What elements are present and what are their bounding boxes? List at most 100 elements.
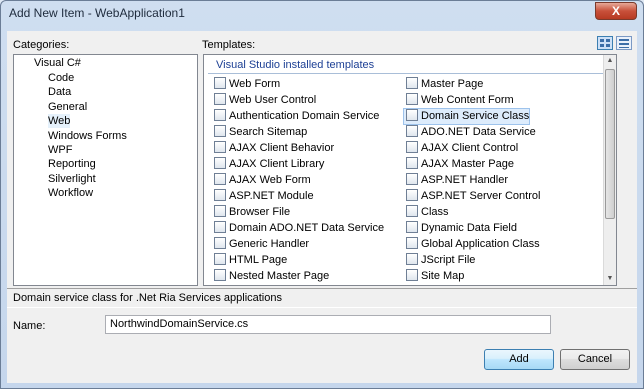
template-file-icon xyxy=(214,285,226,286)
template-file-icon xyxy=(406,237,418,249)
add-new-item-dialog: Add New Item - WebApplication1 X Categor… xyxy=(0,0,644,389)
template-item-label: Dynamic Data Field xyxy=(421,222,517,234)
template-item-label: Site Map xyxy=(421,270,465,282)
templates-group-header: Visual Studio installed templates xyxy=(216,59,375,71)
template-item-label: AJAX Client Behavior xyxy=(229,142,335,154)
template-file-icon xyxy=(406,285,418,286)
template-item[interactable]: Global Application Class xyxy=(404,237,540,252)
template-item[interactable]: Class xyxy=(404,205,449,220)
template-file-icon xyxy=(406,269,418,281)
categories-label: Categories: xyxy=(13,39,70,51)
name-label: Name: xyxy=(13,320,46,332)
category-item-data[interactable]: Data xyxy=(48,85,71,99)
template-item[interactable]: Web User Control xyxy=(212,93,316,108)
template-item[interactable]: AJAX Client Library xyxy=(212,157,324,172)
template-item[interactable]: AJAX Master Page xyxy=(404,157,514,172)
scroll-down-arrow-icon[interactable]: ▼ xyxy=(604,273,616,285)
template-item[interactable]: Style Sheet xyxy=(404,285,477,286)
template-item-label: Generic Handler xyxy=(229,238,310,250)
template-file-icon xyxy=(406,93,418,105)
template-item[interactable]: Nested Master Page xyxy=(212,269,329,284)
template-file-icon xyxy=(406,141,418,153)
template-item[interactable]: Skin File xyxy=(212,285,271,286)
category-root[interactable]: Visual C# xyxy=(34,56,81,70)
template-item[interactable]: AJAX Client Control xyxy=(404,141,518,156)
template-description: Domain service class for .Net Ria Servic… xyxy=(7,288,637,308)
category-item-web[interactable]: Web xyxy=(48,114,71,129)
large-icons-view-button[interactable] xyxy=(597,36,613,50)
template-item-label: AJAX Master Page xyxy=(421,158,514,170)
template-item[interactable]: Domain ADO.NET Data Service xyxy=(212,221,384,236)
template-item[interactable]: Authentication Domain Service xyxy=(212,109,379,124)
category-item-general[interactable]: General xyxy=(48,100,87,114)
template-item[interactable]: Master Page xyxy=(404,77,483,92)
template-file-icon xyxy=(214,141,226,153)
template-item[interactable]: HTML Page xyxy=(212,253,287,268)
templates-scrollbar[interactable]: ▲ ▼ xyxy=(603,55,616,285)
template-item[interactable]: Web Content Form xyxy=(404,93,514,108)
templates-label: Templates: xyxy=(202,39,256,51)
template-item-label: AJAX Client Control xyxy=(421,142,519,154)
template-item[interactable]: Generic Handler xyxy=(212,237,309,252)
category-item-windows-forms[interactable]: Windows Forms xyxy=(48,129,127,143)
template-item[interactable]: Search Sitemap xyxy=(212,125,307,140)
close-button[interactable]: X xyxy=(595,2,637,20)
template-item-label: Skin File xyxy=(229,285,271,286)
add-button[interactable]: Add xyxy=(484,349,554,370)
template-item-label: HTML Page xyxy=(229,254,288,266)
cancel-button[interactable]: Cancel xyxy=(560,349,630,370)
template-item[interactable]: ASP.NET Module xyxy=(212,189,314,204)
template-item-label: Web Content Form xyxy=(421,94,514,106)
template-item-label: Authentication Domain Service xyxy=(229,110,380,122)
template-file-icon xyxy=(214,189,226,201)
name-input[interactable]: NorthwindDomainService.cs xyxy=(105,315,551,334)
template-file-icon xyxy=(406,109,418,121)
template-file-icon xyxy=(406,189,418,201)
template-item[interactable]: ASP.NET Server Control xyxy=(404,189,540,204)
category-item-code[interactable]: Code xyxy=(48,71,74,85)
scrollbar-thumb[interactable] xyxy=(605,69,615,219)
template-file-icon xyxy=(406,253,418,265)
template-item[interactable]: Site Map xyxy=(404,269,464,284)
template-item[interactable]: ASP.NET Handler xyxy=(404,173,508,188)
template-file-icon xyxy=(406,157,418,169)
template-item-label: JScript File xyxy=(421,254,476,266)
template-file-icon xyxy=(214,269,226,281)
template-file-icon xyxy=(214,157,226,169)
template-item-label: ASP.NET Handler xyxy=(421,174,509,186)
template-file-icon xyxy=(214,93,226,105)
template-item[interactable]: AJAX Client Behavior xyxy=(212,141,334,156)
template-item[interactable]: Dynamic Data Field xyxy=(404,221,517,236)
template-item-label: Global Application Class xyxy=(421,238,540,250)
scroll-up-arrow-icon[interactable]: ▲ xyxy=(604,55,616,67)
category-item-workflow[interactable]: Workflow xyxy=(48,186,93,200)
template-file-icon xyxy=(214,205,226,217)
category-item-silverlight[interactable]: Silverlight xyxy=(48,172,96,186)
template-file-icon xyxy=(214,237,226,249)
category-item-reporting[interactable]: Reporting xyxy=(48,157,96,171)
template-item[interactable]: Web Form xyxy=(212,77,280,92)
title-bar[interactable]: Add New Item - WebApplication1 X xyxy=(1,1,643,27)
categories-tree[interactable]: Visual C# Code Data General Web Windows Forms… xyxy=(13,54,198,286)
template-item-label: Master Page xyxy=(421,78,484,90)
small-icons-view-button[interactable] xyxy=(616,36,632,50)
template-item-label: AJAX Client Library xyxy=(229,158,325,170)
template-item-label: Class xyxy=(421,206,449,218)
template-item[interactable]: AJAX Web Form xyxy=(212,173,311,188)
template-item-label: ADO.NET Data Service xyxy=(421,126,536,138)
template-item[interactable]: JScript File xyxy=(404,253,475,268)
template-item[interactable]: ADO.NET Data Service xyxy=(404,125,536,140)
group-divider xyxy=(208,73,612,74)
template-item-label: ASP.NET Module xyxy=(229,190,314,202)
category-item-wpf[interactable]: WPF xyxy=(48,143,72,157)
template-item-label: Web Form xyxy=(229,78,281,90)
template-file-icon xyxy=(214,125,226,137)
template-file-icon xyxy=(214,221,226,233)
template-file-icon xyxy=(406,173,418,185)
template-item[interactable]: Browser File xyxy=(212,205,290,220)
templates-list[interactable]: Visual Studio installed templates Web Fo… xyxy=(203,54,617,286)
template-item-label: Nested Master Page xyxy=(229,270,330,282)
template-item[interactable]: Domain Service Class xyxy=(402,108,531,125)
template-file-icon xyxy=(406,125,418,137)
template-file-icon xyxy=(214,109,226,121)
